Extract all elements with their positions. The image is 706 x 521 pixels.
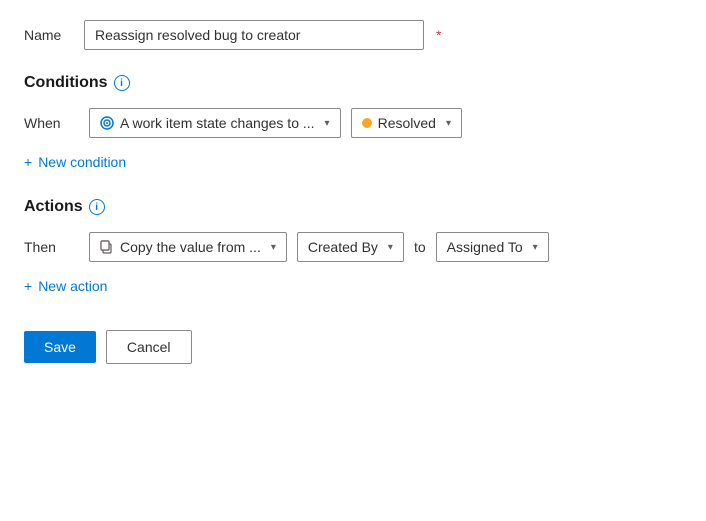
- condition-state-dropdown[interactable]: Resolved ▾: [351, 108, 462, 138]
- action-to-dropdown[interactable]: Assigned To ▾: [436, 232, 549, 262]
- to-text: to: [414, 239, 426, 255]
- condition-type-dropdown[interactable]: A work item state changes to ... ▾: [89, 108, 341, 138]
- copy-icon: [100, 240, 114, 254]
- action-row: Then Copy the value from ... ▾ Created B…: [24, 232, 682, 262]
- cancel-button[interactable]: Cancel: [106, 330, 192, 364]
- actions-title-text: Actions: [24, 198, 83, 216]
- condition-state-chevron: ▾: [446, 118, 451, 129]
- new-condition-plus-icon: +: [24, 154, 32, 170]
- name-section: Name *: [24, 20, 682, 50]
- condition-state-label: Resolved: [378, 115, 436, 131]
- save-button[interactable]: Save: [24, 331, 96, 363]
- then-label: Then: [24, 239, 79, 255]
- action-to-label: Assigned To: [447, 239, 523, 255]
- target-icon: [100, 116, 114, 130]
- action-from-label: Created By: [308, 239, 378, 255]
- action-to-chevron: ▾: [533, 242, 538, 253]
- resolved-dot: [362, 118, 372, 128]
- conditions-info-icon[interactable]: i: [114, 75, 130, 91]
- action-type-chevron: ▾: [271, 242, 276, 253]
- new-condition-button[interactable]: + New condition: [24, 150, 126, 174]
- conditions-title: Conditions i: [24, 74, 682, 92]
- condition-type-chevron: ▾: [325, 118, 330, 129]
- name-label: Name: [24, 27, 74, 43]
- action-type-label: Copy the value from ...: [120, 239, 261, 255]
- actions-info-icon[interactable]: i: [89, 199, 105, 215]
- name-input[interactable]: [84, 20, 424, 50]
- condition-row: When A work item state changes to ... ▾ …: [24, 108, 682, 138]
- actions-title: Actions i: [24, 198, 682, 216]
- actions-section: Actions i Then Copy the value from ... ▾…: [24, 198, 682, 298]
- button-row: Save Cancel: [24, 330, 682, 364]
- conditions-title-text: Conditions: [24, 74, 108, 92]
- new-action-label: New action: [38, 278, 107, 294]
- action-type-dropdown[interactable]: Copy the value from ... ▾: [89, 232, 287, 262]
- new-action-button[interactable]: + New action: [24, 274, 107, 298]
- action-from-chevron: ▾: [388, 242, 393, 253]
- required-star: *: [436, 27, 441, 43]
- action-from-dropdown[interactable]: Created By ▾: [297, 232, 404, 262]
- new-action-plus-icon: +: [24, 278, 32, 294]
- conditions-section: Conditions i When A work item state chan…: [24, 74, 682, 174]
- when-label: When: [24, 115, 79, 131]
- new-condition-label: New condition: [38, 154, 126, 170]
- condition-type-label: A work item state changes to ...: [120, 115, 315, 131]
